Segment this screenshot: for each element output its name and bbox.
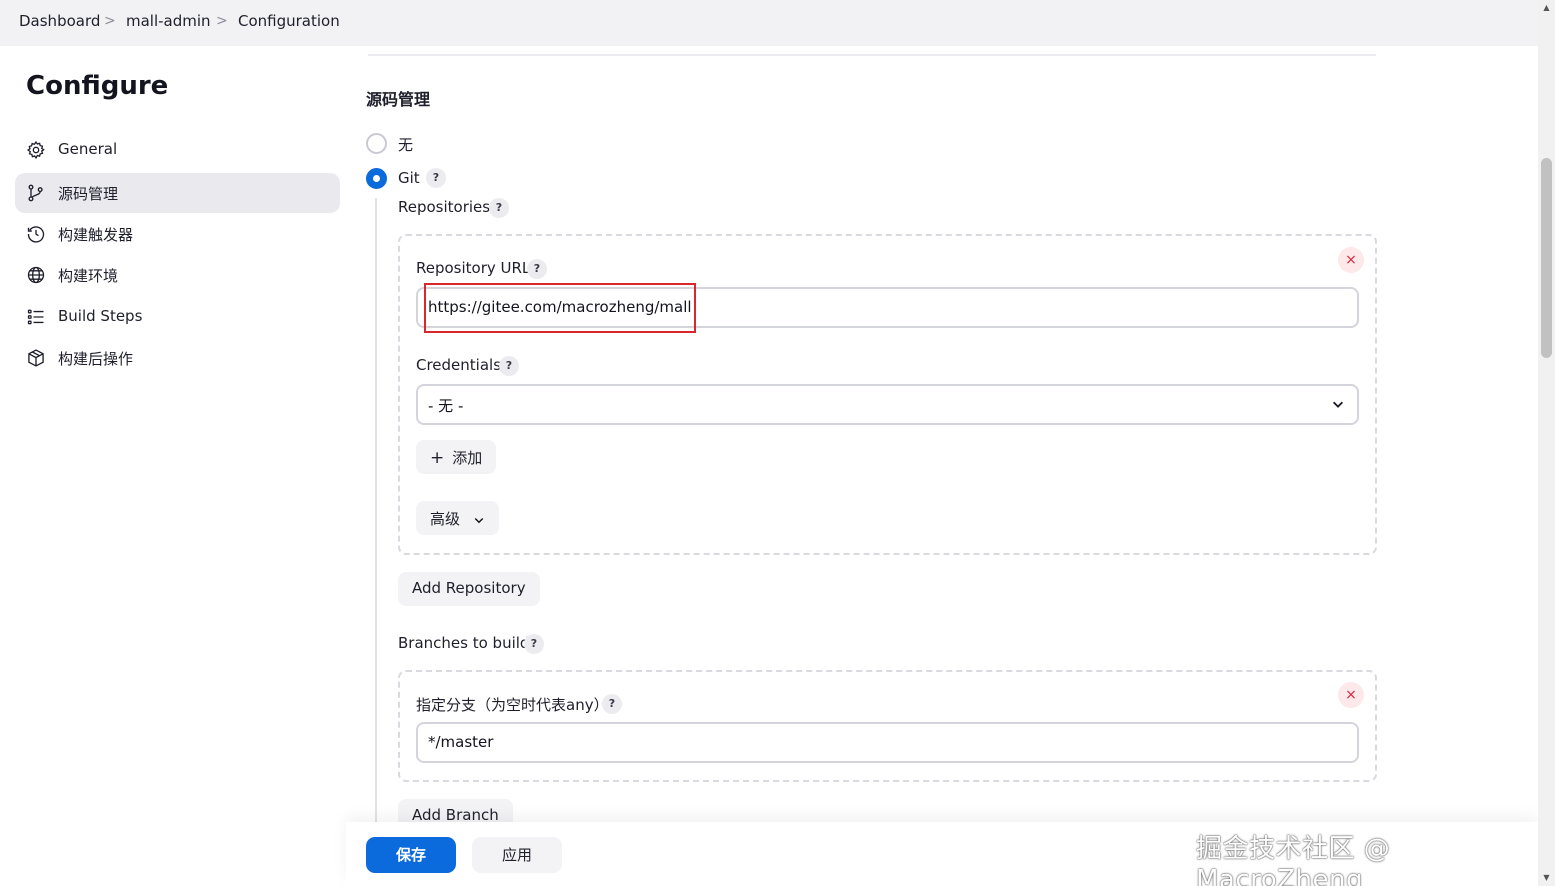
breadcrumb-dashboard[interactable]: Dashboard [19,12,100,30]
radio-none-label[interactable]: 无 [398,134,413,155]
scroll-up-arrow-icon[interactable]: ▲ [1541,3,1552,13]
help-repositories-icon[interactable]: ? [489,198,509,218]
credentials-select-value: - 无 - [428,397,464,415]
breadcrumb-separator: > [104,13,116,29]
chevron-down-icon [1333,401,1343,408]
sidebar-item-triggers[interactable]: 构建触发器 [15,214,340,254]
page-title: Configure [26,71,169,101]
add-credentials-label: 添加 [452,449,483,467]
breadcrumb-job[interactable]: mall-admin [126,12,211,30]
repositories-label: Repositories [398,198,491,216]
help-git-icon[interactable]: ? [426,168,446,188]
save-button[interactable]: 保存 [366,837,456,873]
credentials-label: Credentials [416,356,502,374]
gear-icon [26,140,45,160]
delete-branch-button[interactable]: × [1338,682,1364,708]
package-icon [28,349,44,367]
scrollbar-track[interactable] [1538,0,1555,886]
plus-icon: + [430,448,445,468]
sidebar-item-label: 源码管理 [58,185,119,203]
section-title: 源码管理 [366,90,431,109]
watermark: 掘金技术社区 @ MacroZheng [1196,834,1391,886]
sidebar-item-general[interactable]: General [15,130,340,170]
breadcrumb-configuration[interactable]: Configuration [238,12,340,30]
add-repository-button[interactable]: Add Repository [398,572,540,606]
globe-icon [27,266,45,284]
git-options-guide-line [375,198,377,828]
list-icon [27,309,44,325]
help-repository-url-icon[interactable]: ? [527,259,547,279]
chevron-down-icon [474,517,484,523]
scroll-down-arrow-icon[interactable]: ▼ [1541,873,1552,883]
sidebar-item-label: Build Steps [58,307,143,325]
scrollbar-thumb[interactable] [1541,158,1552,358]
branch-specifier-input[interactable]: */master [416,722,1359,763]
help-credentials-icon[interactable]: ? [499,356,519,376]
radio-git[interactable] [366,168,387,189]
sidebar-item-label: 构建环境 [58,267,119,285]
branch-specifier-label: 指定分支（为空时代表any） [416,696,609,714]
sidebar-item-post-build[interactable]: 构建后操作 [15,338,340,378]
apply-button[interactable]: 应用 [472,837,562,873]
delete-repository-button[interactable]: × [1338,247,1364,273]
advanced-label: 高级 [430,510,461,528]
sidebar-item-label: General [58,140,118,158]
repository-url-label: Repository URL [416,259,531,277]
sidebar-item-label: 构建后操作 [58,350,134,368]
advanced-button[interactable]: 高级 [416,501,499,535]
top-bar [0,0,1538,46]
sidebar-item-environment[interactable]: 构建环境 [15,255,340,295]
section-divider [368,54,1376,56]
sidebar-item-scm[interactable]: 源码管理 [15,173,340,213]
radio-git-label[interactable]: Git [398,169,420,187]
sidebar-item-build-steps[interactable]: Build Steps [15,297,340,337]
breadcrumb-separator: > [216,13,228,29]
help-branch-specifier-icon[interactable]: ? [602,694,622,714]
sidebar-item-label: 构建触发器 [58,226,134,244]
git-branch-icon [28,184,43,202]
annotation-highlight-box [424,283,696,333]
add-credentials-button[interactable]: + 添加 [416,440,497,474]
branches-label: Branches to build [398,634,530,652]
radio-none[interactable] [366,133,387,154]
credentials-select[interactable]: - 无 - [416,384,1359,425]
clock-icon [27,226,45,243]
help-branches-icon[interactable]: ? [524,634,544,654]
